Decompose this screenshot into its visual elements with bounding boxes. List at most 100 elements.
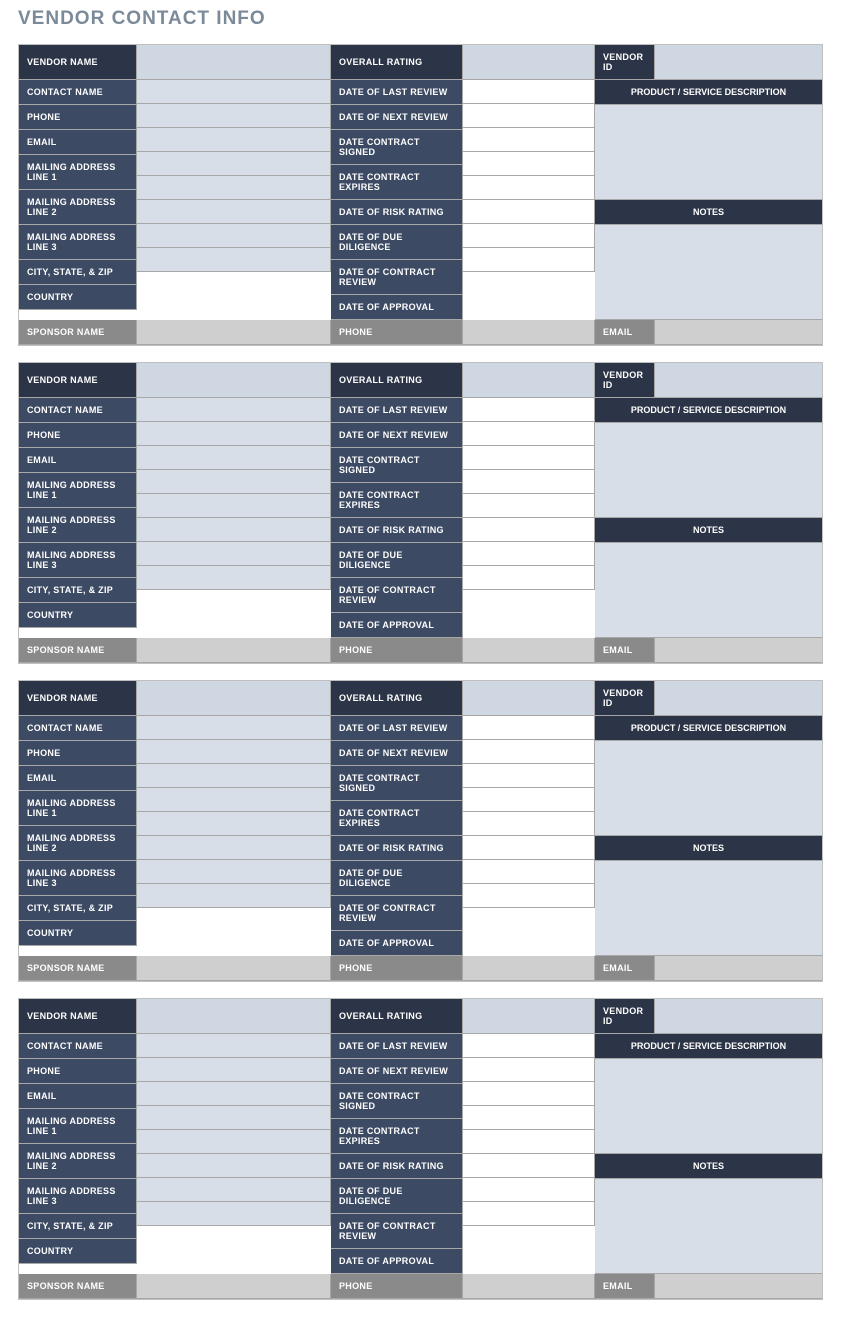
date-last-review-input[interactable] [463,398,595,422]
notes-input[interactable] [595,861,822,956]
sponsor-name-input[interactable] [137,956,331,981]
overall-rating-input[interactable] [463,999,595,1034]
date-next-review-input[interactable] [463,422,595,446]
date-due-diligence-input[interactable] [463,836,595,860]
city-state-zip-input[interactable] [137,542,331,566]
addr1-input[interactable] [137,1106,331,1130]
date-contract-signed-input[interactable] [463,1082,595,1106]
addr2-input[interactable] [137,812,331,836]
overall-rating-input[interactable] [463,681,595,716]
notes-input[interactable] [595,1179,822,1274]
vendor-id-input[interactable] [655,363,822,398]
date-contract-review-input[interactable] [463,224,595,248]
addr1-input[interactable] [137,470,331,494]
addr2-input[interactable] [137,176,331,200]
vendor-name-input[interactable] [137,999,331,1034]
date-next-review-input[interactable] [463,740,595,764]
notes-input[interactable] [595,543,822,638]
overall-rating-input[interactable] [463,363,595,398]
date-due-diligence-input[interactable] [463,1154,595,1178]
addr3-input[interactable] [137,1154,331,1178]
overall-rating-input[interactable] [463,45,595,80]
date-contract-signed-input[interactable] [463,128,595,152]
addr1-input[interactable] [137,788,331,812]
sponsor-phone-input[interactable] [463,638,595,663]
notes-label: NOTES [595,836,822,861]
addr1-input[interactable] [137,152,331,176]
product-desc-input[interactable] [595,105,822,200]
sponsor-phone-input[interactable] [463,956,595,981]
date-contract-review-input[interactable] [463,542,595,566]
city-state-zip-input[interactable] [137,1178,331,1202]
addr3-input[interactable] [137,518,331,542]
city-state-zip-input[interactable] [137,224,331,248]
date-approval-input[interactable] [463,884,595,908]
product-desc-input[interactable] [595,1059,822,1154]
email-input[interactable] [137,764,331,788]
product-desc-input[interactable] [595,741,822,836]
addr3-input[interactable] [137,200,331,224]
contact-name-input[interactable] [137,80,331,104]
country-input[interactable] [137,884,331,908]
sponsor-email-input[interactable] [655,956,822,981]
date-contract-expires-input[interactable] [463,788,595,812]
date-next-review-input[interactable] [463,1058,595,1082]
addr2-input[interactable] [137,1130,331,1154]
phone-input[interactable] [137,422,331,446]
vendor-name-input[interactable] [137,45,331,80]
date-contract-signed-input[interactable] [463,764,595,788]
phone-input[interactable] [137,1058,331,1082]
sponsor-name-input[interactable] [137,638,331,663]
date-risk-rating-input[interactable] [463,1130,595,1154]
date-contract-expires-input[interactable] [463,1106,595,1130]
email-input[interactable] [137,1082,331,1106]
vendor-id-input[interactable] [655,45,822,80]
notes-input[interactable] [595,225,822,320]
sponsor-email-input[interactable] [655,638,822,663]
date-risk-rating-input[interactable] [463,812,595,836]
sponsor-phone-input[interactable] [463,1274,595,1299]
vendor-name-input[interactable] [137,681,331,716]
sponsor-email-input[interactable] [655,1274,822,1299]
sponsor-phone-input[interactable] [463,320,595,345]
date-next-review-input[interactable] [463,104,595,128]
date-risk-rating-input[interactable] [463,176,595,200]
email-input[interactable] [137,446,331,470]
country-input[interactable] [137,248,331,272]
date-approval-input[interactable] [463,248,595,272]
date-contract-expires-input[interactable] [463,152,595,176]
vendor-id-input[interactable] [655,681,822,716]
email-input[interactable] [137,128,331,152]
sponsor-phone-label: PHONE [331,320,463,345]
date-due-diligence-input[interactable] [463,518,595,542]
contact-name-input[interactable] [137,1034,331,1058]
country-input[interactable] [137,1202,331,1226]
date-last-review-input[interactable] [463,1034,595,1058]
date-contract-expires-input[interactable] [463,470,595,494]
country-input[interactable] [137,566,331,590]
date-risk-rating-input[interactable] [463,494,595,518]
date-risk-rating-label: DATE OF RISK RATING [331,836,463,861]
addr2-input[interactable] [137,494,331,518]
sponsor-name-input[interactable] [137,320,331,345]
vendor-id-input[interactable] [655,999,822,1034]
date-due-diligence-input[interactable] [463,200,595,224]
sponsor-email-input[interactable] [655,320,822,345]
date-contract-review-input[interactable] [463,1178,595,1202]
contact-name-input[interactable] [137,716,331,740]
sponsor-name-label: SPONSOR NAME [19,320,137,345]
phone-input[interactable] [137,104,331,128]
date-last-review-input[interactable] [463,80,595,104]
contact-name-input[interactable] [137,398,331,422]
vendor-name-input[interactable] [137,363,331,398]
date-last-review-input[interactable] [463,716,595,740]
city-state-zip-input[interactable] [137,860,331,884]
addr3-input[interactable] [137,836,331,860]
sponsor-name-input[interactable] [137,1274,331,1299]
product-desc-input[interactable] [595,423,822,518]
date-contract-signed-input[interactable] [463,446,595,470]
date-approval-input[interactable] [463,566,595,590]
date-contract-review-input[interactable] [463,860,595,884]
date-approval-input[interactable] [463,1202,595,1226]
phone-input[interactable] [137,740,331,764]
